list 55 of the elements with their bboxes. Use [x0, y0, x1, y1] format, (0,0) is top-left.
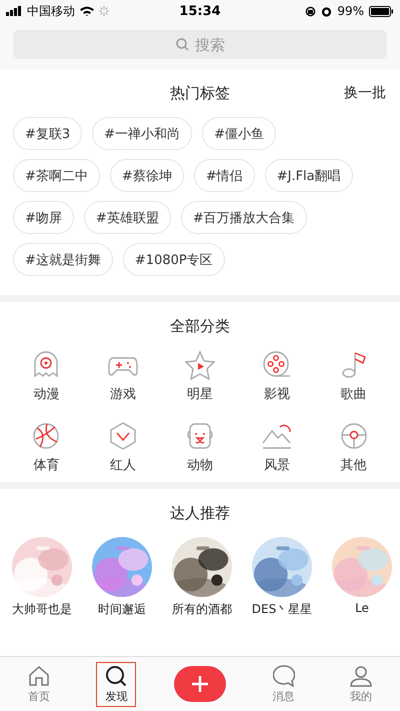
category-item[interactable]: 红人	[84, 421, 162, 474]
tag-chip[interactable]: #百万播放大合集	[180, 201, 307, 234]
category-item[interactable]: 其他	[315, 421, 392, 474]
clock-time: 15:34	[179, 4, 221, 18]
tag-chip[interactable]: #茶啊二中	[13, 159, 100, 192]
tag-chip[interactable]: #J.Fla翻唱	[264, 159, 353, 192]
signal-icon	[6, 6, 22, 16]
category-item[interactable]: 明星	[162, 350, 238, 403]
tag-chip[interactable]: #这就是街舞	[13, 243, 113, 276]
category-item[interactable]: 动物	[162, 421, 238, 474]
section-title: 热门标签	[170, 84, 230, 102]
tab-item[interactable]: 发现	[96, 662, 136, 706]
tag-chip[interactable]: #英雄联盟	[84, 201, 171, 234]
tag-chip[interactable]: #1080P专区	[122, 243, 225, 276]
search-icon	[105, 664, 128, 686]
category-item[interactable]: 动漫	[8, 350, 85, 403]
wifi-icon	[80, 6, 94, 16]
tag-chip[interactable]: #吻屏	[13, 201, 74, 234]
refresh-link[interactable]: 换一批	[344, 84, 386, 102]
chevron-badge-icon	[108, 421, 138, 451]
home-icon	[28, 664, 50, 686]
user-name: Le	[355, 601, 369, 615]
tab-item[interactable]: 首页	[18, 662, 59, 706]
chat-bubble-icon	[272, 664, 295, 686]
plus-icon	[192, 676, 208, 692]
battery-percent: 99%	[337, 4, 364, 18]
rotation-lock-icon	[305, 6, 316, 16]
tag-chip[interactable]: #复联3	[13, 117, 82, 150]
category-item[interactable]: 歌曲	[315, 350, 392, 403]
section-title: 全部分类	[170, 316, 230, 336]
person-icon	[350, 664, 372, 686]
carrier-name: 中国移动	[27, 2, 75, 20]
tag-chip[interactable]: #蔡徐坤	[110, 159, 184, 192]
section-title: 达人推荐	[170, 504, 230, 522]
user-name: DES丶星星	[252, 601, 312, 618]
basketball-icon	[31, 421, 62, 451]
battery-icon	[368, 6, 394, 16]
steering-wheel-icon	[338, 421, 369, 451]
loading-icon	[99, 6, 109, 16]
add-button[interactable]	[174, 666, 226, 702]
category-item[interactable]: 体育	[8, 421, 85, 474]
tag-chip[interactable]: #一禅小和尚	[92, 117, 192, 150]
category-item[interactable]: 影视	[238, 350, 316, 403]
user-name: 时间邂逅	[98, 601, 146, 618]
user-name: 大帅哥也是	[12, 601, 72, 618]
user-name: 所有的酒都	[172, 601, 232, 618]
tag-chip[interactable]: #情侣	[194, 159, 255, 192]
tab-item[interactable]: 我的	[341, 662, 382, 706]
category-item[interactable]: 游戏	[84, 350, 162, 403]
star-play-icon	[184, 350, 215, 380]
category-item[interactable]: 风景	[238, 421, 316, 474]
tag-chip[interactable]: #僵小鱼	[202, 117, 276, 150]
dog-face-icon	[184, 421, 215, 451]
search-field[interactable]: 搜索	[13, 30, 387, 59]
tab-item[interactable]: 消息	[264, 662, 304, 706]
